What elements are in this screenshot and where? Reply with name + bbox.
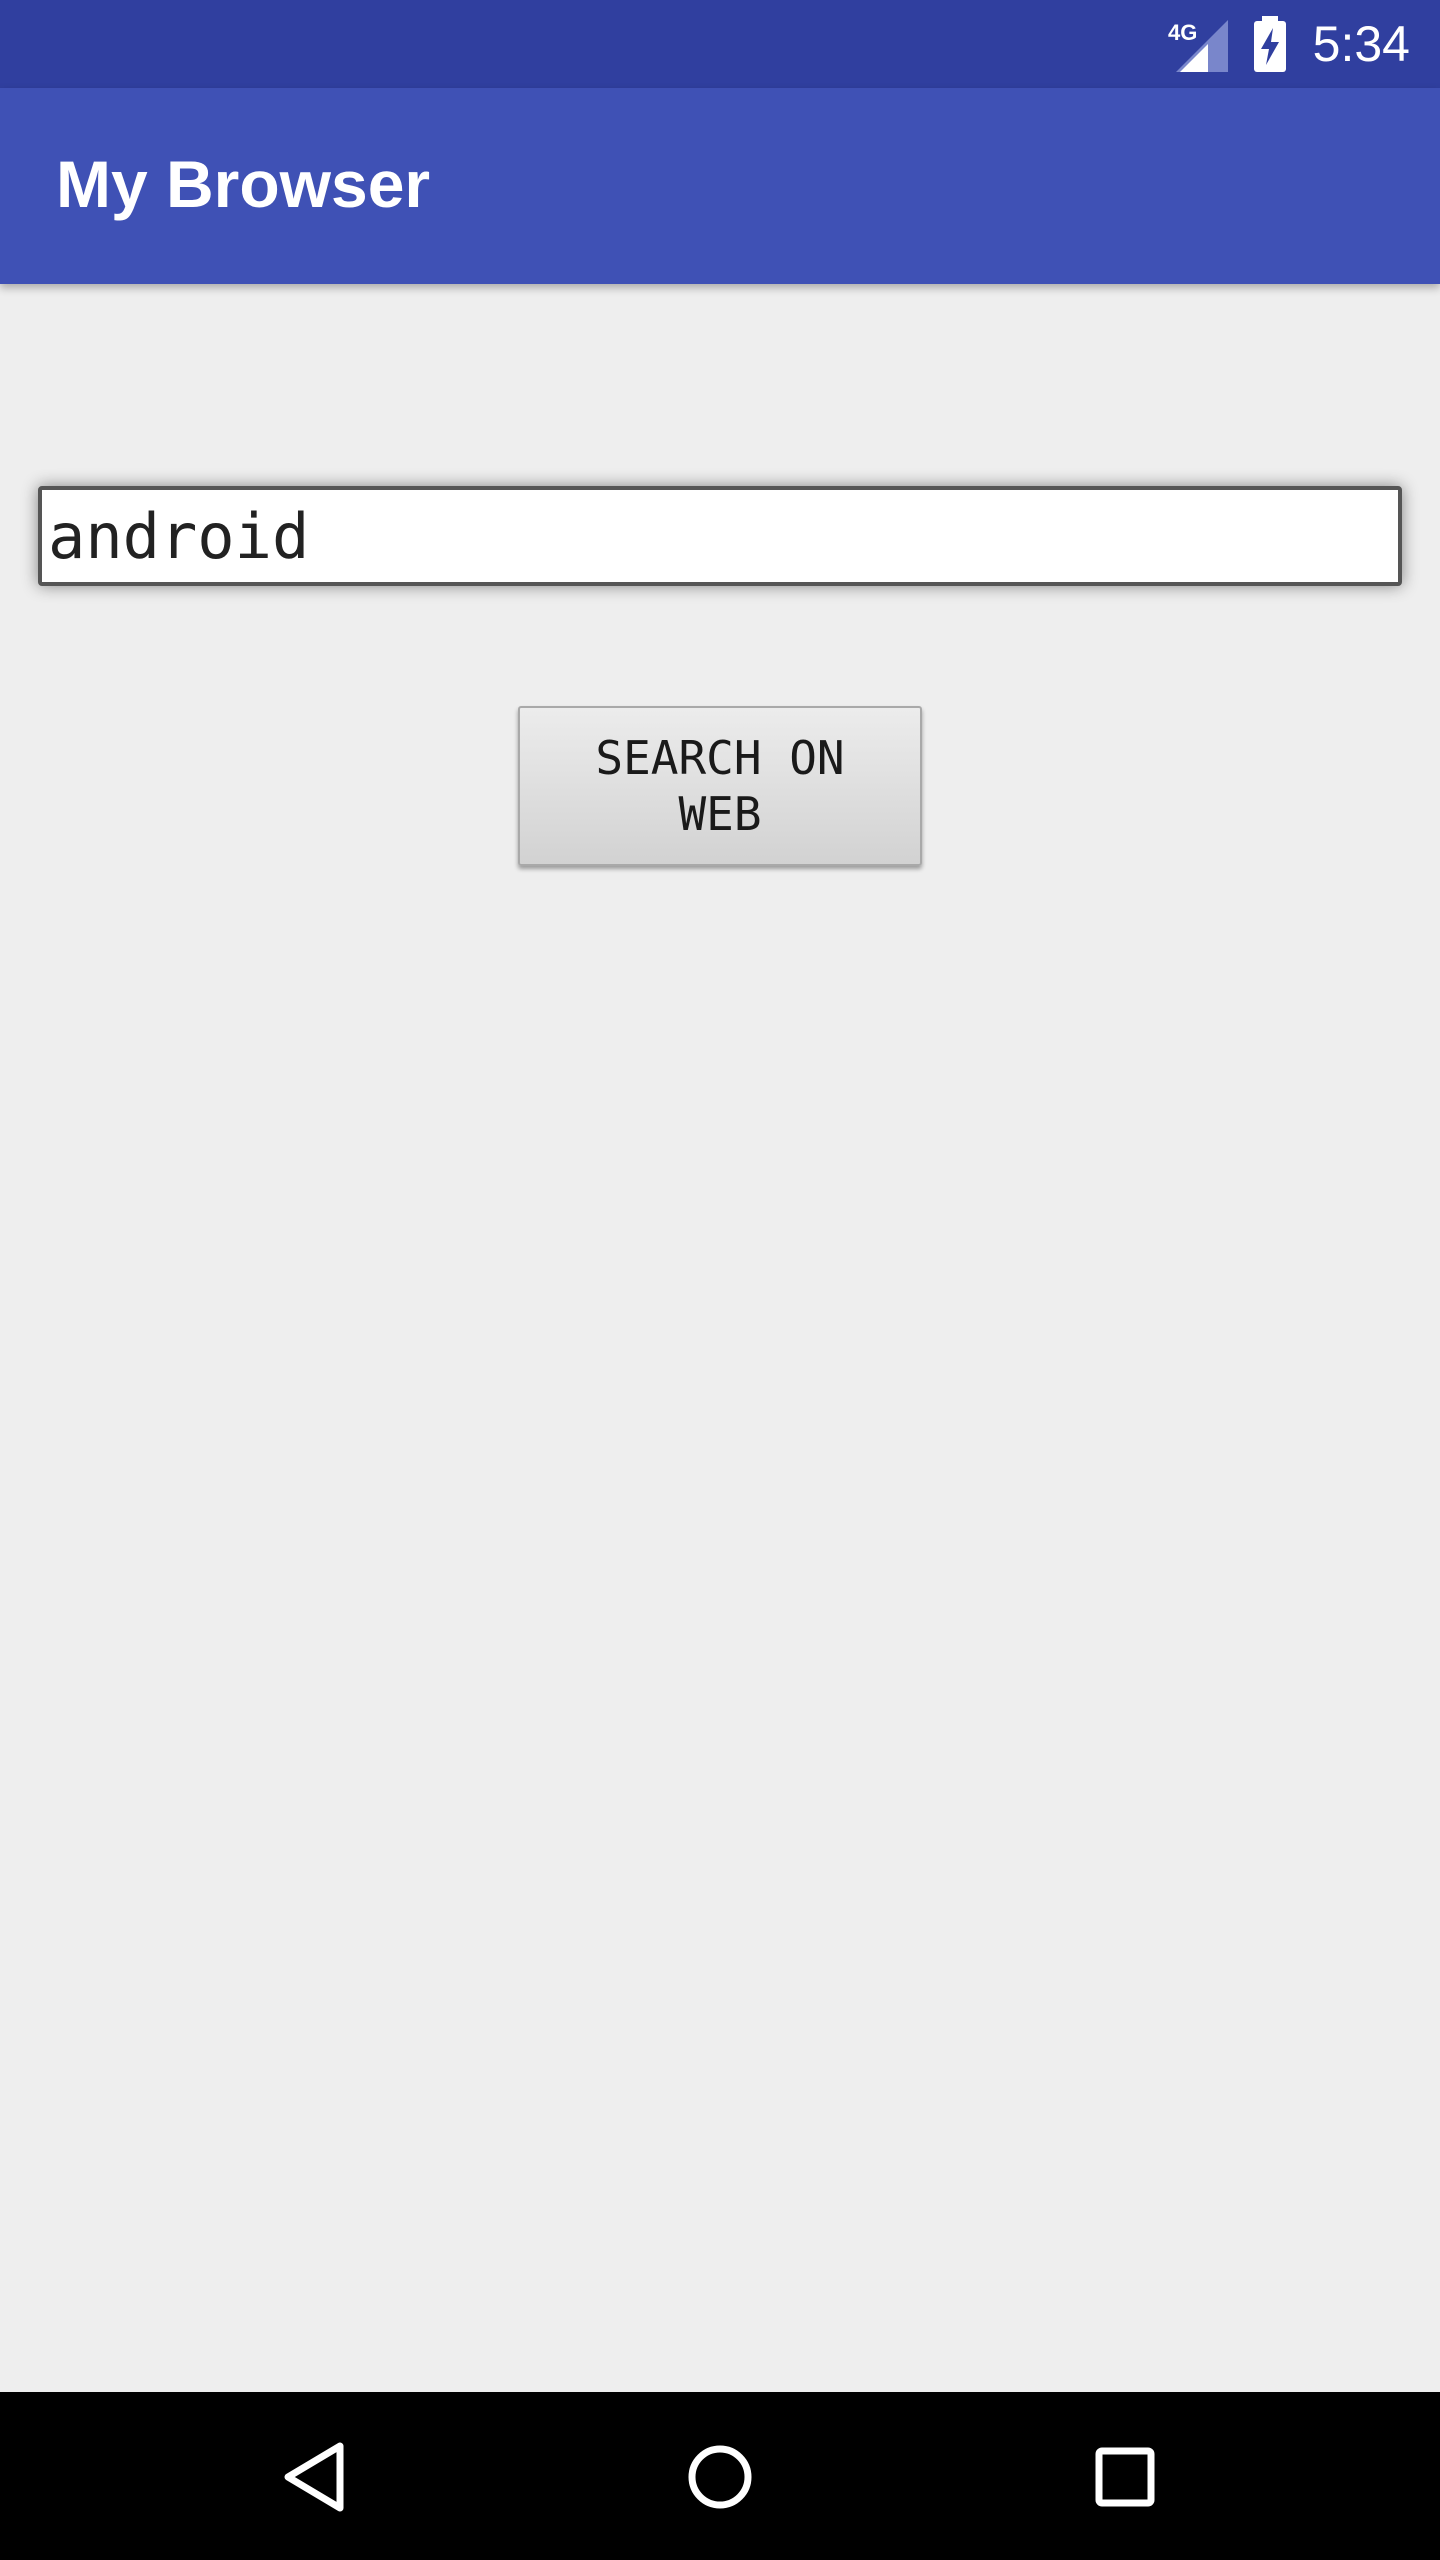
app-title: My Browser <box>56 147 431 221</box>
network-type-label: 4G <box>1168 20 1197 45</box>
status-clock: 5:34 <box>1312 16 1410 72</box>
recents-square-icon[interactable] <box>1080 2432 1170 2522</box>
battery-charging-icon <box>1254 16 1286 72</box>
status-bar: 4G 5:34 <box>0 0 1440 88</box>
back-triangle-icon[interactable] <box>270 2432 360 2522</box>
home-circle-icon[interactable] <box>675 2432 765 2522</box>
main-content: SEARCH ON WEB <box>0 284 1440 2392</box>
cellular-signal-icon: 4G <box>1168 20 1228 72</box>
search-on-web-button[interactable]: SEARCH ON WEB <box>518 706 922 866</box>
search-input[interactable] <box>38 486 1402 586</box>
navigation-bar <box>0 2392 1440 2560</box>
app-bar: My Browser <box>0 88 1440 284</box>
